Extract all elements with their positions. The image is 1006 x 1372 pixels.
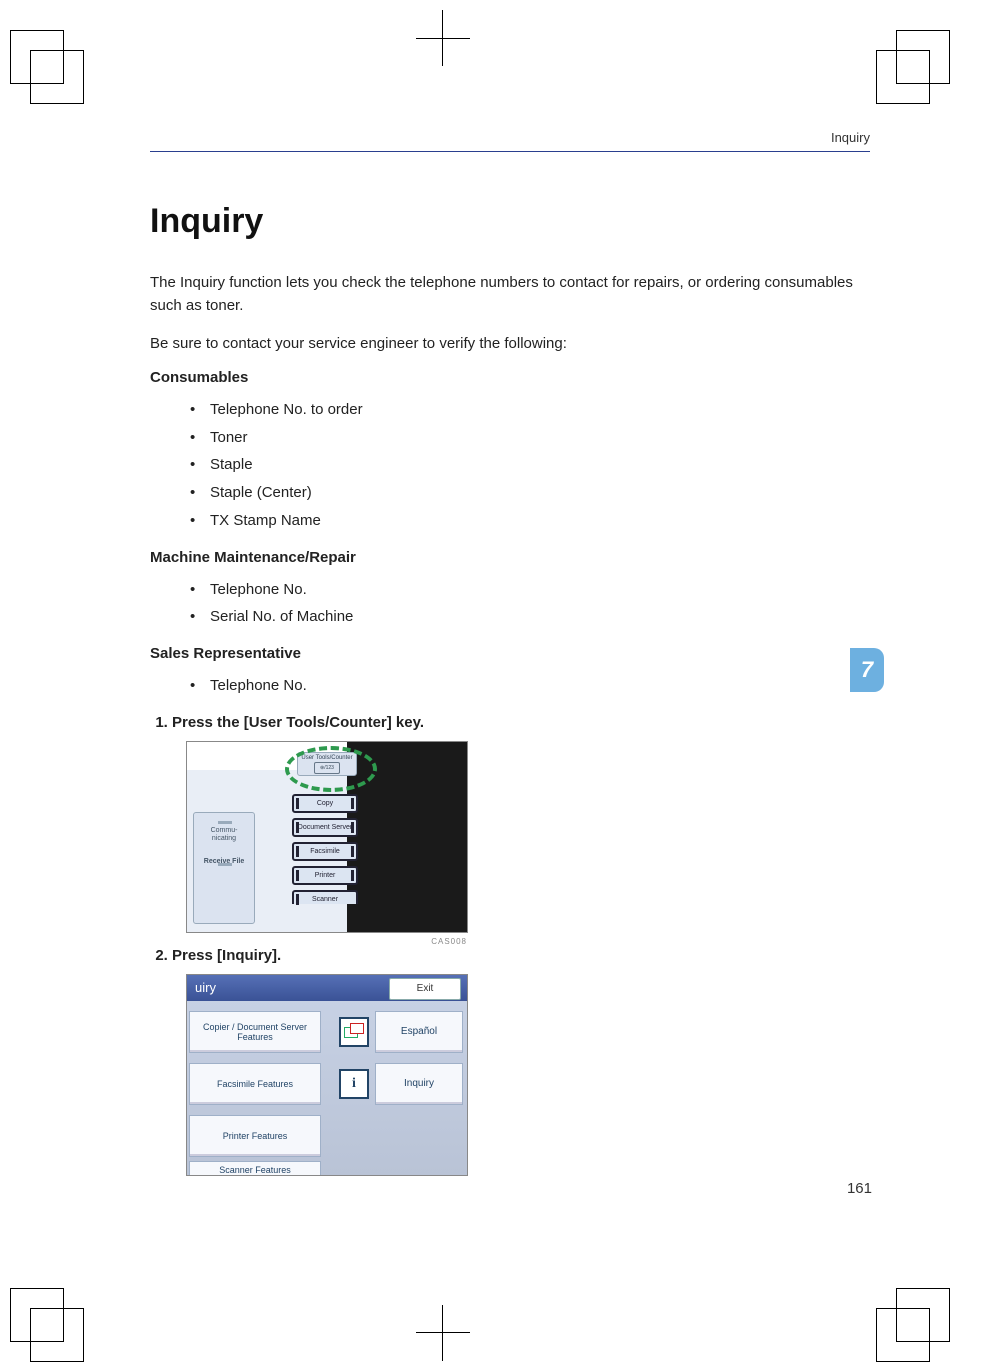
running-header: Inquiry <box>150 130 870 145</box>
copy-key[interactable]: Copy <box>292 794 358 813</box>
highlight-ellipse-icon <box>285 746 377 792</box>
info-icon: i <box>339 1069 369 1099</box>
crop-corner <box>30 1308 84 1362</box>
key-label: Copy <box>317 800 333 807</box>
step-1: Press the [User Tools/Counter] key. Comm… <box>172 714 870 933</box>
copier-features-button[interactable]: Copier / Document Server Features <box>189 1011 321 1053</box>
page-content: Inquiry Inquiry The Inquiry function let… <box>150 130 870 1190</box>
subhead-sales: Sales Representative <box>150 645 870 662</box>
page-title: Inquiry <box>150 202 870 241</box>
figure-caption: CAS008 <box>431 937 467 946</box>
maintenance-list: Telephone No. Serial No. of Machine <box>190 576 870 632</box>
figure-2: uiry Exit Copier / Document Server Featu… <box>186 974 870 1176</box>
key-label: Facsimile <box>310 848 340 855</box>
screen-title: uiry <box>195 975 216 1001</box>
scanner-features-button[interactable]: Scanner Features <box>189 1161 321 1176</box>
key-label: Scanner <box>312 896 338 903</box>
list-item: Telephone No. to order <box>190 396 870 424</box>
subhead-maintenance: Machine Maintenance/Repair <box>150 549 870 566</box>
key-label: Printer <box>315 872 336 879</box>
list-item: Serial No. of Machine <box>190 603 870 631</box>
step-text: Press [Inquiry]. <box>172 947 281 964</box>
crop-corner <box>30 50 84 104</box>
crop-corner <box>876 50 930 104</box>
side-panel: Commu- nicating Receive File <box>193 812 255 924</box>
screen-titlebar: uiry Exit <box>187 975 467 1001</box>
step-text: Press the [User Tools/Counter] key. <box>172 714 424 731</box>
language-button[interactable]: Español <box>375 1011 463 1053</box>
list-item: TX Stamp Name <box>190 507 870 535</box>
list-item: Staple <box>190 451 870 479</box>
crop-mark <box>416 38 470 39</box>
subhead-consumables: Consumables <box>150 369 870 386</box>
facsimile-features-button[interactable]: Facsimile Features <box>189 1063 321 1105</box>
printer-key[interactable]: Printer <box>292 866 358 885</box>
list-item: Staple (Center) <box>190 479 870 507</box>
list-item: Telephone No. <box>190 672 870 700</box>
facsimile-key[interactable]: Facsimile <box>292 842 358 861</box>
crop-mark <box>416 1332 470 1333</box>
list-item: Toner <box>190 424 870 452</box>
language-icon <box>339 1017 369 1047</box>
crop-mark <box>442 1305 443 1361</box>
list-item: Telephone No. <box>190 576 870 604</box>
sales-list: Telephone No. <box>190 672 870 700</box>
intro-paragraph-2: Be sure to contact your service engineer… <box>150 332 870 355</box>
crop-corner <box>876 1308 930 1362</box>
key-label: Document Server <box>298 824 352 831</box>
scanner-key[interactable]: Scanner <box>292 890 358 904</box>
inquiry-button[interactable]: Inquiry <box>375 1063 463 1105</box>
figure-1: Commu- nicating Receive File User Tools/… <box>186 741 870 933</box>
step-2: Press [Inquiry]. uiry Exit Copier / Docu… <box>172 947 870 1176</box>
intro-paragraph-1: The Inquiry function lets you check the … <box>150 271 870 318</box>
consumables-list: Telephone No. to order Toner Staple Stap… <box>190 396 870 535</box>
procedure-steps: Press the [User Tools/Counter] key. Comm… <box>150 714 870 1176</box>
document-server-key[interactable]: Document Server <box>292 818 358 837</box>
crop-mark <box>442 10 443 66</box>
exit-button[interactable]: Exit <box>389 978 461 1000</box>
printer-features-button[interactable]: Printer Features <box>189 1115 321 1157</box>
side-label-communicating: Commu- nicating <box>194 827 254 844</box>
header-rule <box>150 151 870 152</box>
